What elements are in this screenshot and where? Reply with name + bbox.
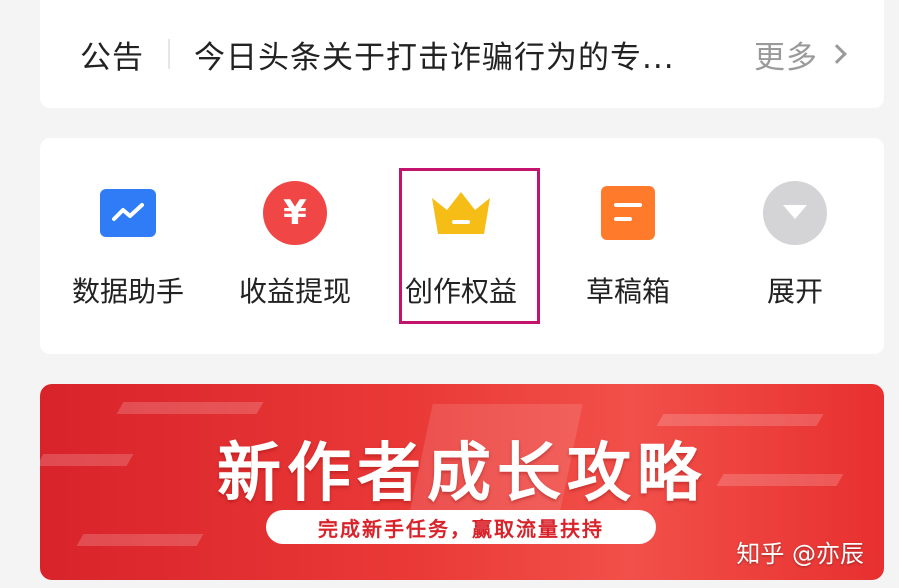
- chart-trend-icon: [100, 189, 156, 237]
- tool-label: 草稿箱: [585, 275, 670, 308]
- notice-text[interactable]: 今日头条关于打击诈骗行为的专...: [194, 32, 714, 77]
- notice-more-label: 更多: [754, 39, 818, 76]
- notice-divider: [168, 39, 170, 69]
- tools-card: 数据助手 ¥ 收益提现 创作权益 草稿箱 展开: [40, 138, 884, 354]
- notice-card[interactable]: 公告 今日头条关于打击诈骗行为的专... 更多: [40, 0, 884, 108]
- tool-label: 创作权益: [404, 275, 517, 308]
- banner-title: 新作者成长攻略: [217, 437, 707, 511]
- promo-banner[interactable]: 新作者成长攻略 完成新手任务，赢取流量扶持 知乎 @亦辰: [40, 384, 884, 580]
- draft-box-icon: [601, 186, 655, 240]
- tool-label: 展开: [766, 275, 823, 308]
- chevron-right-icon: [827, 44, 847, 64]
- tool-label: 数据助手: [71, 275, 184, 308]
- notice-label: 公告: [80, 39, 144, 76]
- tool-earnings-withdraw[interactable]: ¥ 收益提现: [220, 168, 370, 310]
- tool-data-assistant[interactable]: 数据助手: [53, 168, 203, 310]
- tool-label: 收益提现: [238, 275, 351, 308]
- watermark: 知乎 @亦辰: [736, 540, 864, 568]
- tool-creator-benefits[interactable]: 创作权益: [386, 168, 536, 310]
- banner-decoration: [76, 534, 204, 546]
- tool-drafts[interactable]: 草稿箱: [553, 168, 703, 310]
- tool-expand[interactable]: 展开: [720, 168, 870, 310]
- banner-subtitle-pill[interactable]: 完成新手任务，赢取流量扶持: [266, 510, 656, 544]
- expand-down-icon: [763, 181, 827, 245]
- crown-icon: [432, 192, 490, 234]
- yen-icon: ¥: [263, 181, 327, 245]
- banner-decoration: [116, 402, 264, 414]
- notice-more-link[interactable]: 更多: [754, 32, 847, 77]
